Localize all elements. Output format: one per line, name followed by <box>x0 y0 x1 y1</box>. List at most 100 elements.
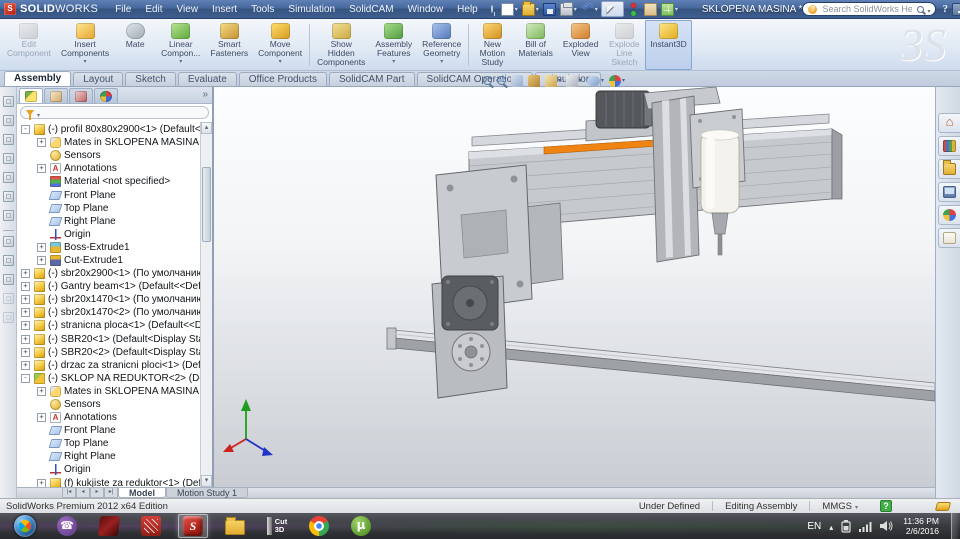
tree-item[interactable]: Top Plane <box>17 437 200 450</box>
view-tool-icon[interactable] <box>3 153 14 164</box>
tree-item[interactable]: + (-) sbr20x1470<1> (По умолчанию<<По <box>17 293 200 306</box>
model-tabs-nav-button[interactable]: ▸| <box>104 488 118 498</box>
expander-icon[interactable]: + <box>37 387 46 396</box>
tree-item[interactable]: Origin <box>17 228 200 241</box>
edit-component-button[interactable]: Edit Component <box>2 20 56 70</box>
tab-office-products[interactable]: Office Products <box>239 72 327 86</box>
select-button[interactable]: ▾ <box>601 1 624 17</box>
model-tabs-nav-button[interactable]: ◂ <box>76 488 90 498</box>
view-orientation-icon[interactable]: ▾ <box>545 75 561 87</box>
panel-overflow-chevron[interactable]: » <box>202 89 208 100</box>
show-hidden-components-button[interactable]: Show Hidden Components <box>312 20 370 70</box>
clock[interactable]: 11:36 PM 2/6/2016 <box>903 516 939 536</box>
scroll-up-icon[interactable] <box>201 122 212 134</box>
solidworks-taskbar-icon[interactable] <box>178 514 208 538</box>
tree-item[interactable]: Front Plane <box>17 424 200 437</box>
expander-icon[interactable]: - <box>21 374 30 383</box>
expander-icon[interactable]: + <box>21 308 30 317</box>
tree-item[interactable]: Right Plane <box>17 450 200 463</box>
tree-item[interactable]: Top Plane <box>17 202 200 215</box>
view-tool-icon[interactable] <box>3 236 14 247</box>
battery-icon[interactable] <box>841 519 851 533</box>
propertymanager-tab[interactable] <box>44 88 68 103</box>
tab-sketch[interactable]: Sketch <box>125 72 176 86</box>
scrollbar-thumb[interactable] <box>202 167 211 242</box>
menu-item[interactable]: View <box>170 2 206 17</box>
custom-properties-icon[interactable] <box>938 228 960 248</box>
menu-item[interactable]: File <box>108 2 138 17</box>
menu-item[interactable]: Tools <box>244 2 281 17</box>
tree-item[interactable]: Right Plane <box>17 215 200 228</box>
tree-item[interactable]: + (-) Gantry beam<1> (Default<<Default> <box>17 280 200 293</box>
expander-icon[interactable]: + <box>21 295 30 304</box>
view-tool-icon[interactable] <box>3 115 14 126</box>
move-component-button[interactable]: Move Component ▾ <box>253 20 307 70</box>
expander-icon[interactable]: + <box>21 321 30 330</box>
windows-explorer-icon[interactable] <box>220 514 250 538</box>
tree-item[interactable]: + Annotations <box>17 162 200 175</box>
tree-filter[interactable] <box>20 106 209 119</box>
speaker-icon[interactable] <box>880 520 893 532</box>
show-desktop-button[interactable] <box>951 513 958 539</box>
design-library-icon[interactable] <box>938 136 960 156</box>
section-view-icon[interactable] <box>528 75 540 87</box>
tab-evaluate[interactable]: Evaluate <box>178 72 237 86</box>
zoom-to-area-icon[interactable] <box>497 76 506 85</box>
tree-item[interactable]: Sensors <box>17 149 200 162</box>
display-style-icon[interactable]: ▾ <box>566 75 582 87</box>
tree-item[interactable]: + Mates in SKLOPENA MASINA <box>17 136 200 149</box>
view-tool-icon[interactable] <box>3 274 14 285</box>
motion-study-tab[interactable]: Motion Study 1 <box>166 488 248 498</box>
pinned-app-icon[interactable] <box>94 514 124 538</box>
tab-layout[interactable]: Layout <box>73 72 123 86</box>
graphics-area[interactable] <box>214 87 935 487</box>
language-indicator[interactable]: EN <box>807 521 821 532</box>
expander-icon[interactable]: + <box>37 413 46 422</box>
model-tabs-nav-button[interactable]: ▸ <box>90 488 104 498</box>
tree-item[interactable]: + Annotations <box>17 411 200 424</box>
view-settings-button[interactable]: ▾ <box>660 1 679 17</box>
tree-item[interactable]: Front Plane <box>17 188 200 201</box>
units-selector[interactable]: MMGS <box>810 501 870 512</box>
network-icon[interactable] <box>859 521 872 532</box>
reference-geometry-button[interactable]: Reference Geometry ▾ <box>417 20 466 70</box>
hide-show-items-icon[interactable]: ▾ <box>587 76 604 86</box>
exploded-view-button[interactable]: Exploded View <box>558 20 603 70</box>
view-tool-icon[interactable] <box>3 210 14 221</box>
tree-item[interactable]: + Mates in SKLOPENA MASINA <box>17 385 200 398</box>
tree-item[interactable]: - (-) profil 80x80x2900<1> (Default<<Def… <box>17 123 200 136</box>
tree-item[interactable]: + (-) SBR20<2> (Default<Display State-1>… <box>17 346 200 359</box>
expander-icon[interactable]: + <box>21 282 30 291</box>
appearances-icon[interactable]: ▾ <box>609 75 625 87</box>
undo-button[interactable]: ▾ <box>580 1 599 17</box>
search-input[interactable] <box>820 3 914 15</box>
tree-item[interactable]: + Boss-Extrude1 <box>17 241 200 254</box>
expander-icon[interactable]: + <box>37 243 46 252</box>
view-tool-icon[interactable] <box>3 293 14 304</box>
expander-icon[interactable]: + <box>37 479 46 487</box>
view-tool-icon[interactable] <box>3 312 14 323</box>
pin-icon[interactable] <box>491 5 493 13</box>
view-tool-icon[interactable] <box>3 191 14 202</box>
assembly-features-button[interactable]: Assembly Features ▾ <box>370 20 417 70</box>
tree-item[interactable]: Origin <box>17 463 200 476</box>
hidden-icons-chevron[interactable] <box>829 517 833 535</box>
view-palette-icon[interactable] <box>938 182 960 202</box>
view-tool-icon[interactable] <box>3 134 14 145</box>
view-tool-icon[interactable] <box>3 255 14 266</box>
menu-item[interactable]: Insert <box>205 2 244 17</box>
mate-button[interactable]: Mate <box>114 20 156 70</box>
new-motion-study-button[interactable]: New Motion Study <box>471 20 513 70</box>
instant3d-button[interactable]: Instant3D <box>645 20 691 70</box>
expander-icon[interactable]: + <box>21 361 30 370</box>
tree-item[interactable]: + (-) SBR20<1> (Default<Display State-1>… <box>17 333 200 346</box>
search-icon[interactable] <box>917 6 924 13</box>
tree-item[interactable]: + Cut-Extrude1 <box>17 254 200 267</box>
expander-icon[interactable]: + <box>37 138 46 147</box>
file-explorer-icon[interactable] <box>938 159 960 179</box>
explode-line-sketch-button[interactable]: Explode Line Sketch <box>603 20 645 70</box>
expander-icon[interactable]: + <box>21 335 30 344</box>
save-button[interactable] <box>542 1 557 17</box>
configurationmanager-tab[interactable] <box>69 88 93 103</box>
search-box[interactable] <box>802 2 936 16</box>
